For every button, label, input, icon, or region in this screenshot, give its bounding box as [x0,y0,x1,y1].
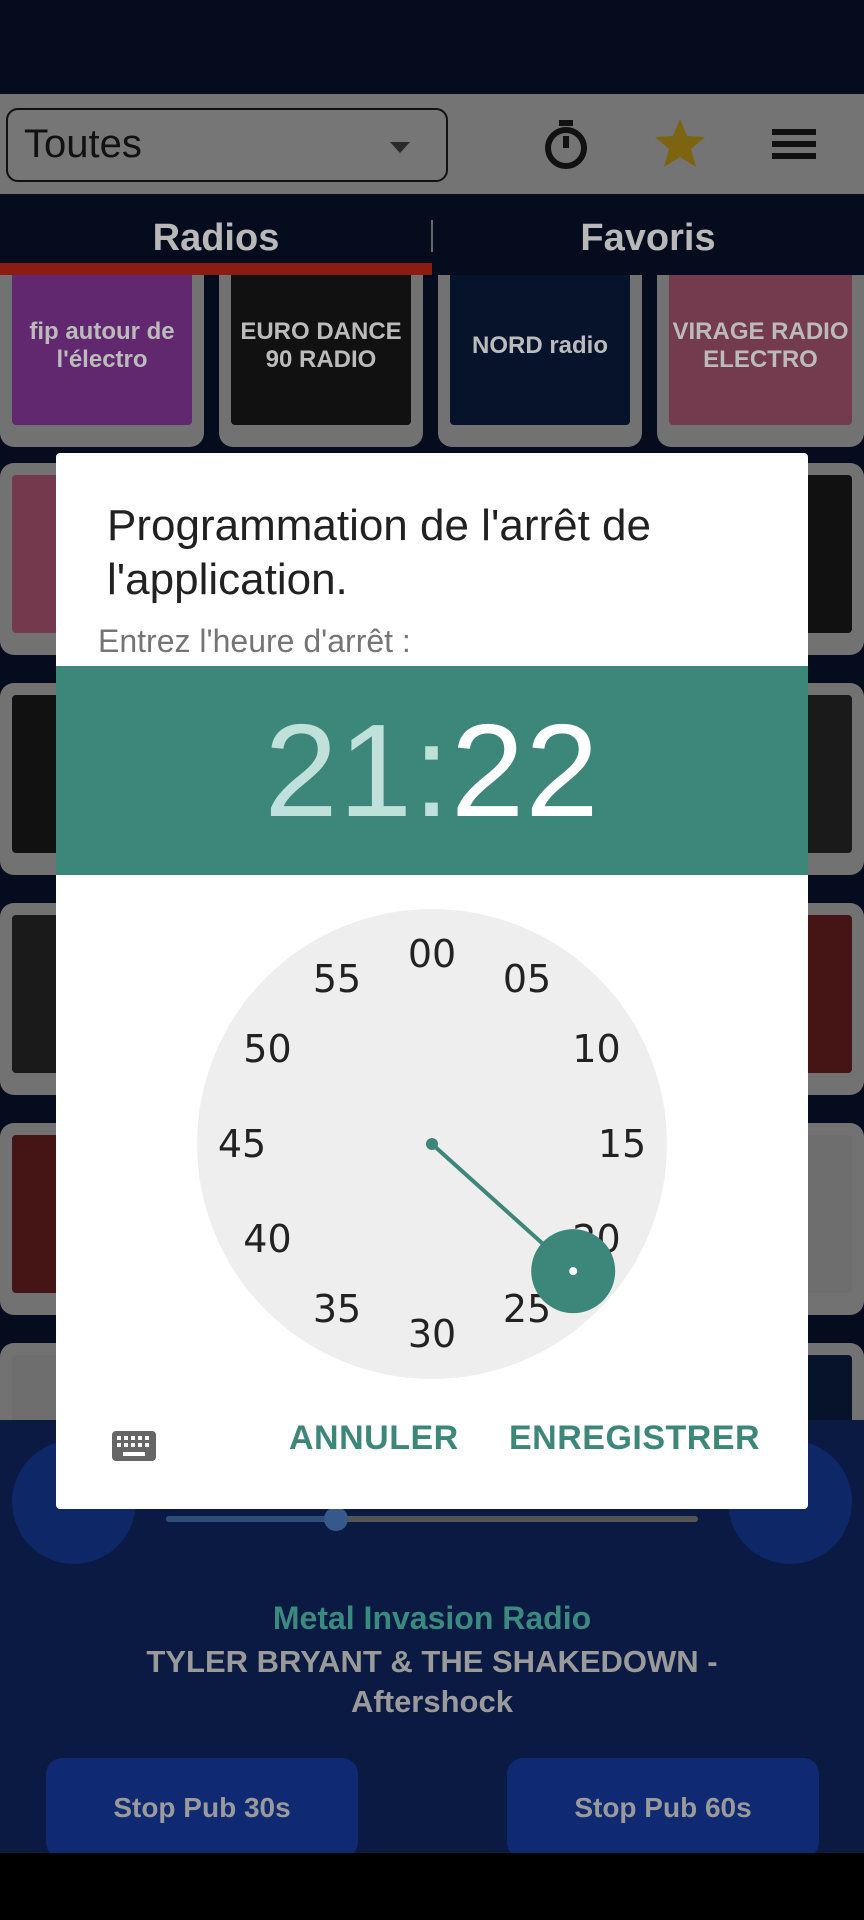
station-logo: EURO DANCE 90 RADIO [231,275,411,425]
station-tile[interactable]: EURO DANCE 90 RADIO [219,275,423,447]
station-logo-text: EURO DANCE 90 RADIO [240,318,402,373]
star-icon[interactable] [652,116,708,172]
category-select[interactable]: Toutes [6,108,448,182]
clock-selector-dot [569,1267,578,1276]
status-bar [0,0,864,94]
station-tile[interactable]: NORD radio [438,275,642,447]
stop-pub-60-button[interactable]: Stop Pub 60s [507,1758,819,1858]
stop-pub-30-button[interactable]: Stop Pub 30s [46,1758,358,1858]
station-tile[interactable]: VIRAGE RADIO ELECTRO [657,275,864,447]
station-name: Metal Invasion Radio [272,1600,592,1636]
station-logo-text: fip autour de l'électro [29,318,175,373]
cancel-button[interactable]: ANNULER [289,1419,459,1458]
active-tab-indicator [0,263,432,275]
hour-value[interactable]: 21 [264,697,413,844]
tab-favoris[interactable]: Favoris [432,194,864,275]
save-button[interactable]: ENREGISTRER [509,1419,760,1458]
volume-slider[interactable] [166,1507,698,1531]
station-logo: NORD radio [450,275,630,425]
volume-fill [166,1516,337,1522]
menu-icon[interactable] [766,116,822,172]
dialog-subtitle: Entrez l'heure d'arrêt : [98,623,411,659]
keyboard-icon[interactable] [112,1431,156,1461]
minute-value[interactable]: 22 [451,697,600,844]
minute-clock-face[interactable]: 000510152025303540455055 [197,909,667,1379]
time-separator: : [413,697,451,844]
category-select-value: Toutes [24,122,142,166]
dialog-title: Programmation de l'arrêt de l'applicatio… [107,501,651,604]
clock-hand [426,1138,616,1314]
station-logo: VIRAGE RADIO ELECTRO [669,275,852,425]
system-nav-bar [0,1853,864,1920]
top-toolbar: Toutes [0,94,864,194]
clock-center-dot [426,1138,438,1150]
station-logo-text: NORD radio [471,332,608,359]
stop-time-dialog: Programmation de l'arrêt de l'applicatio… [56,453,808,1509]
time-display: 21:22 [56,666,808,875]
station-logo: fip autour de l'électro [12,275,192,425]
timer-icon[interactable] [538,116,594,172]
station-tile[interactable]: fip autour de l'électro [0,275,204,447]
station-logo-text: VIRAGE RADIO ELECTRO [672,318,849,373]
chevron-down-icon [390,142,410,153]
track-title: TYLER BRYANT & THE SHAKEDOWN - Aftershoc… [146,1644,718,1719]
